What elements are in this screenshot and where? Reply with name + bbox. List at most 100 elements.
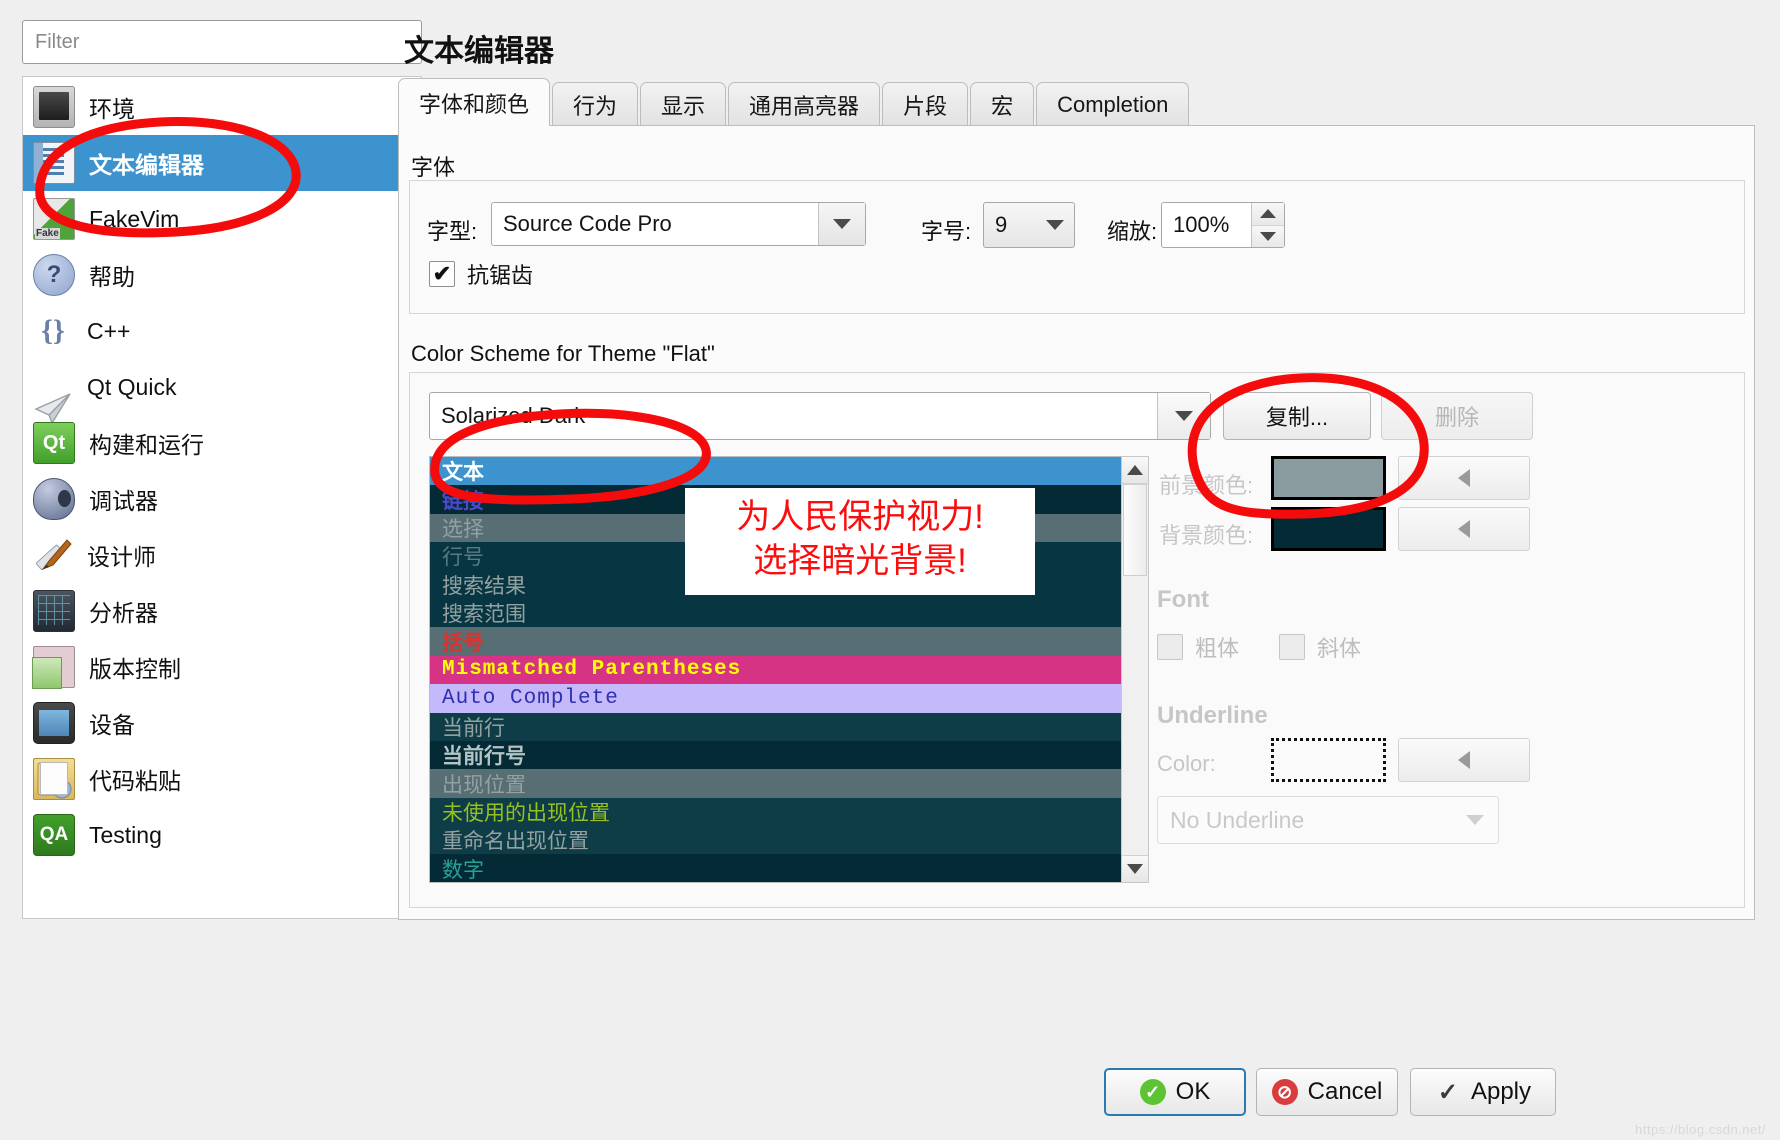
sidebar-item-6[interactable]: Qt 构建和运行 — [23, 415, 421, 471]
sidebar-item-0[interactable]: 环境 — [23, 79, 421, 135]
checkbox-box[interactable] — [1157, 634, 1183, 660]
chevron-down-icon[interactable] — [1466, 815, 1484, 825]
scheme-list-item[interactable]: Mismatched Parentheses — [430, 655, 1128, 685]
sidebar-item-label: 设计师 — [87, 544, 156, 570]
scheme-item-label: 搜索范围 — [442, 603, 526, 627]
delete-scheme-button[interactable]: 删除 — [1381, 392, 1533, 440]
tab-1[interactable]: 行为 — [552, 82, 639, 126]
font-zoom-label: 缩放: — [1107, 219, 1158, 244]
tab-bar[interactable]: 字体和颜色 行为 显示 通用高亮器 片段 宏 Completion — [398, 78, 1191, 126]
sidebar-item-label: 版本控制 — [89, 656, 181, 682]
checkbox-box[interactable]: ✔ — [429, 261, 455, 287]
font-family-combo[interactable]: Source Code Pro — [491, 202, 866, 246]
scheme-item-label: 链接 — [442, 489, 484, 513]
tab-3[interactable]: 通用高亮器 — [728, 82, 881, 126]
tab-4[interactable]: 片段 — [882, 82, 969, 126]
scroll-down-icon[interactable] — [1122, 855, 1148, 882]
block-circle-icon: ⊘ — [1271, 1079, 1298, 1105]
underline-color-swatch[interactable] — [1271, 738, 1386, 782]
tab-label: Completion — [1057, 91, 1169, 117]
underline-heading: Underline — [1157, 702, 1268, 729]
ok-button-label: OK — [1175, 1078, 1211, 1105]
sidebar-item-7[interactable]: 调试器 — [23, 471, 421, 527]
scheme-list-item[interactable]: 文本 — [430, 457, 1128, 486]
sidebar-item-8[interactable]: 设计师 — [23, 527, 421, 583]
sidebar-item-label: 设备 — [89, 712, 135, 738]
font-size-label: 字号: — [921, 219, 972, 244]
antialias-checkbox[interactable]: ✔ 抗锯齿 — [429, 258, 533, 290]
sidebar-item-label: 代码粘贴 — [89, 768, 181, 794]
sidebar-item-4[interactable]: {} C++ — [23, 303, 421, 359]
text-editor-icon — [33, 142, 75, 184]
scheme-item-label: Mismatched Parentheses — [442, 658, 742, 682]
chevron-down-icon[interactable] — [818, 203, 865, 245]
scheme-list-item[interactable]: 重命名出现位置 — [430, 826, 1128, 855]
underline-revert-button[interactable] — [1398, 738, 1530, 782]
scheme-list-item[interactable]: 未使用的出现位置 — [430, 797, 1128, 827]
scroll-up-icon[interactable] — [1122, 457, 1148, 484]
spinbox-buttons[interactable] — [1251, 203, 1284, 247]
tab-label: 通用高亮器 — [749, 93, 860, 119]
scheme-item-label: 文本 — [442, 461, 484, 485]
spin-down-icon[interactable] — [1252, 224, 1284, 247]
tab-6[interactable]: Completion — [1036, 82, 1190, 126]
font-size-combo[interactable]: 9 — [983, 202, 1075, 248]
background-revert-button[interactable] — [1398, 507, 1530, 551]
underline-style-value: No Underline — [1170, 806, 1305, 833]
font-zoom-spinbox[interactable]: 100% — [1161, 202, 1285, 248]
scheme-list-item[interactable]: 数字 — [430, 854, 1128, 882]
apply-button[interactable]: ✓ Apply — [1410, 1068, 1556, 1116]
bold-checkbox[interactable]: 粗体 — [1157, 631, 1239, 663]
sidebar-item-label: 构建和运行 — [89, 432, 204, 458]
foreground-revert-button[interactable] — [1398, 456, 1530, 500]
italic-label: 斜体 — [1317, 636, 1362, 661]
sidebar-item-2[interactable]: FakeVim — [23, 191, 421, 247]
sidebar-item-10[interactable]: 版本控制 — [23, 639, 421, 695]
scrollbar-thumb[interactable] — [1123, 484, 1147, 576]
sidebar-item-3[interactable]: ? 帮助 — [23, 247, 421, 303]
apply-button-label: Apply — [1470, 1078, 1532, 1105]
background-color-swatch[interactable] — [1271, 507, 1386, 551]
color-scheme-combo[interactable]: Solarized Dark — [429, 392, 1211, 440]
scheme-item-label: 选择 — [442, 517, 484, 541]
sidebar-item-9[interactable]: 分析器 — [23, 583, 421, 639]
checkbox-box[interactable] — [1279, 634, 1305, 660]
ok-button[interactable]: ✓ OK — [1104, 1068, 1246, 1116]
scheme-list-scrollbar[interactable] — [1121, 456, 1149, 883]
category-list[interactable]: 环境文本编辑器 FakeVim? 帮助 {} C++ Qt Quick Qt 构建和运行调试器… — [22, 76, 422, 919]
scheme-list-item[interactable]: 当前行号 — [430, 740, 1128, 770]
scheme-list-item[interactable]: 括号 — [430, 627, 1128, 656]
sidebar-item-label: Testing — [89, 821, 162, 848]
antialias-label: 抗锯齿 — [467, 263, 534, 288]
cancel-button-label: Cancel — [1307, 1078, 1383, 1105]
sidebar-item-12[interactable]: 代码粘贴 — [23, 751, 421, 807]
font-family-value: Source Code Pro — [503, 211, 672, 236]
foreground-color-swatch[interactable] — [1271, 456, 1386, 500]
scheme-list-item[interactable]: Auto Complete — [430, 684, 1128, 713]
spin-up-icon[interactable] — [1252, 203, 1284, 225]
designer-icon — [33, 535, 73, 575]
copy-scheme-button[interactable]: 复制... — [1223, 392, 1371, 440]
braces-icon: {} — [41, 314, 65, 347]
underline-style-combo[interactable]: No Underline — [1157, 796, 1499, 844]
sidebar-item-13[interactable]: QA Testing — [23, 807, 421, 863]
scheme-list-item[interactable]: 当前行 — [430, 712, 1128, 741]
filter-input[interactable] — [22, 20, 422, 64]
tab-label: 字体和颜色 — [419, 91, 530, 117]
sidebar-item-1[interactable]: 文本编辑器 — [23, 135, 421, 191]
chevron-down-icon[interactable] — [1036, 203, 1074, 247]
chevron-down-icon[interactable] — [1157, 393, 1210, 439]
scheme-item-label: 出现位置 — [442, 773, 526, 797]
bug-icon — [33, 478, 75, 520]
sidebar-item-11[interactable]: 设备 — [23, 695, 421, 751]
color-scheme-heading: Color Scheme for Theme "Flat" — [411, 341, 715, 366]
italic-checkbox[interactable]: 斜体 — [1279, 631, 1361, 663]
tab-2[interactable]: 显示 — [640, 82, 727, 126]
cancel-button[interactable]: ⊘ Cancel — [1256, 1068, 1398, 1116]
scheme-list-item[interactable]: 出现位置 — [430, 769, 1128, 798]
tab-0[interactable]: 字体和颜色 — [398, 78, 551, 126]
sidebar-item-5[interactable]: Qt Quick — [23, 359, 421, 425]
tab-label: 显示 — [661, 93, 706, 119]
scheme-list-item[interactable]: 搜索范围 — [430, 598, 1128, 628]
tab-5[interactable]: 宏 — [970, 82, 1035, 126]
